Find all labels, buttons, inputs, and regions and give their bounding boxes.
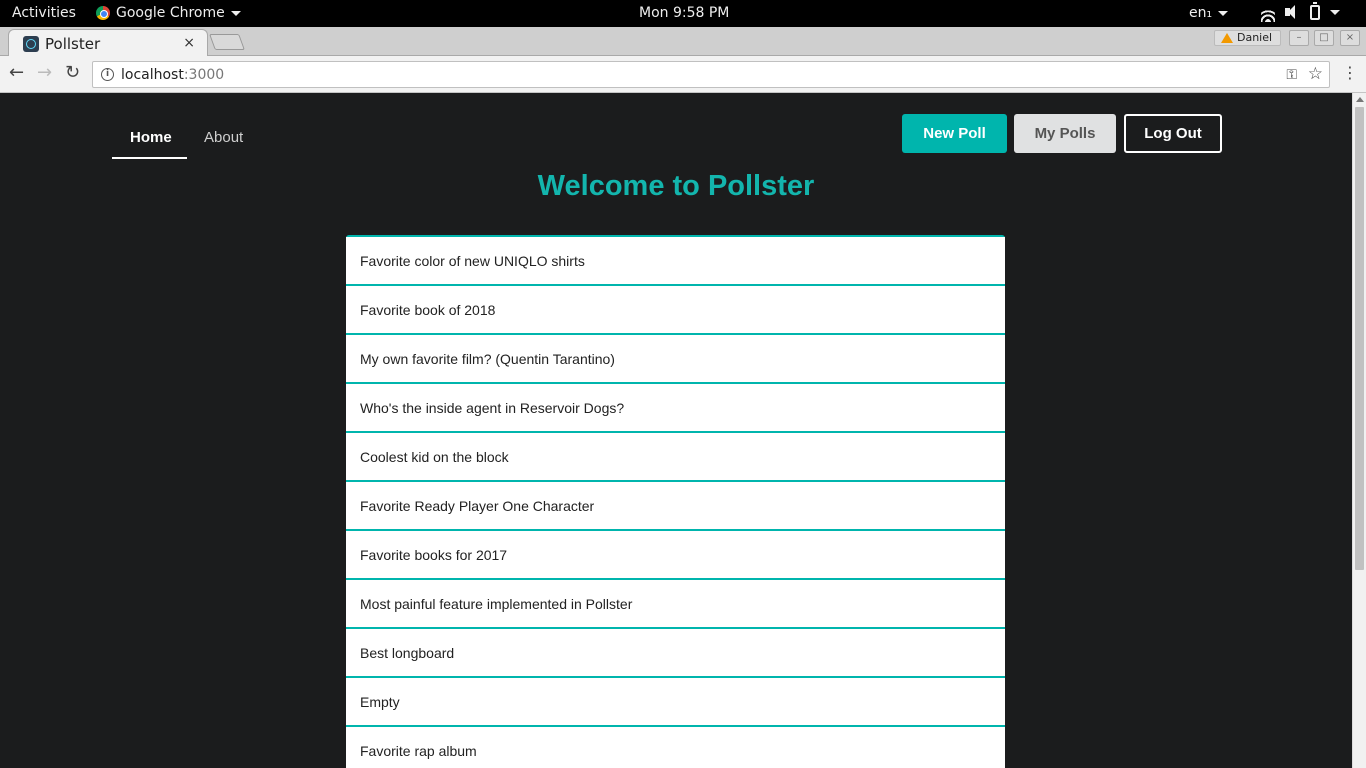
system-top-bar: Activities Google Chrome Mon 9:58 PM en₁ (0, 0, 1366, 27)
address-bar[interactable]: i localhost:3000 ⚿ ☆ (92, 61, 1330, 88)
poll-list: Favorite color of new UNIQLO shirts Favo… (346, 235, 1005, 768)
poll-item[interactable]: Who's the inside agent in Reservoir Dogs… (346, 384, 1005, 433)
poll-item[interactable]: Best longboard (346, 629, 1005, 678)
activities-button[interactable]: Activities (12, 5, 76, 21)
bookmark-star-icon[interactable]: ☆ (1308, 64, 1323, 84)
page-scrollbar[interactable] (1352, 93, 1366, 768)
nav-home-link[interactable]: Home (112, 120, 187, 159)
poll-item[interactable]: Favorite color of new UNIQLO shirts (346, 237, 1005, 286)
address-bar-url: localhost:3000 (121, 67, 225, 83)
react-favicon-icon (23, 36, 39, 52)
forward-arrow-icon[interactable]: → (37, 64, 52, 82)
system-status-menu[interactable] (1258, 2, 1340, 22)
volume-icon (1284, 4, 1300, 20)
page-title: Welcome to Pollster (537, 170, 815, 202)
tab-strip: Pollster × Daniel – □ × (0, 27, 1366, 56)
scrollbar-thumb[interactable] (1355, 107, 1364, 570)
poll-item[interactable]: Coolest kid on the block (346, 433, 1005, 482)
wifi-icon (1258, 4, 1275, 22)
chrome-logo-icon (96, 6, 110, 20)
poll-item[interactable]: Favorite book of 2018 (346, 286, 1005, 335)
log-out-button[interactable]: Log Out (1124, 114, 1222, 153)
language-label: en₁ (1189, 5, 1213, 21)
my-polls-button[interactable]: My Polls (1014, 114, 1116, 153)
profile-button[interactable]: Daniel (1214, 30, 1282, 46)
browser-toolbar: ← → ↻ i localhost:3000 ⚿ ☆ ⋮ (0, 56, 1366, 93)
poll-item[interactable]: My own favorite film? (Quentin Tarantino… (346, 335, 1005, 384)
back-arrow-icon[interactable]: ← (9, 64, 24, 82)
dropdown-arrow-icon (230, 10, 241, 16)
nav-about-link[interactable]: About (186, 120, 261, 159)
app-menu-label: Google Chrome (116, 5, 225, 21)
poll-item[interactable]: Favorite Ready Player One Character (346, 482, 1005, 531)
close-window-button[interactable]: × (1340, 30, 1360, 46)
clock[interactable]: Mon 9:58 PM (639, 5, 729, 21)
browser-menu-icon[interactable]: ⋮ (1342, 65, 1358, 81)
poll-item[interactable]: Empty (346, 678, 1005, 727)
poll-item[interactable]: Most painful feature implemented in Poll… (346, 580, 1005, 629)
tab-title: Pollster (45, 35, 101, 53)
maximize-window-button[interactable]: □ (1314, 30, 1334, 46)
tab-pollster[interactable]: Pollster × (8, 29, 208, 56)
key-icon[interactable]: ⚿ (1286, 66, 1297, 83)
poll-item[interactable]: Favorite rap album (346, 727, 1005, 768)
new-tab-button[interactable] (209, 34, 245, 50)
tab-close-icon[interactable]: × (183, 35, 195, 51)
page-content: Home About New Poll My Polls Log Out Wel… (0, 93, 1352, 768)
app-menu[interactable]: Google Chrome (96, 5, 241, 21)
poll-item[interactable]: Favorite books for 2017 (346, 531, 1005, 580)
profile-name: Daniel (1237, 31, 1273, 44)
scroll-up-icon[interactable] (1356, 97, 1364, 102)
input-language-menu[interactable]: en₁ (1189, 5, 1229, 21)
site-info-icon[interactable]: i (101, 68, 114, 81)
dropdown-arrow-icon (1330, 9, 1340, 15)
minimize-window-button[interactable]: – (1289, 30, 1309, 46)
battery-icon (1310, 2, 1320, 20)
new-poll-button[interactable]: New Poll (902, 114, 1007, 153)
warning-icon (1221, 33, 1233, 43)
reload-icon[interactable]: ↻ (65, 64, 80, 82)
dropdown-arrow-icon (1218, 10, 1229, 16)
